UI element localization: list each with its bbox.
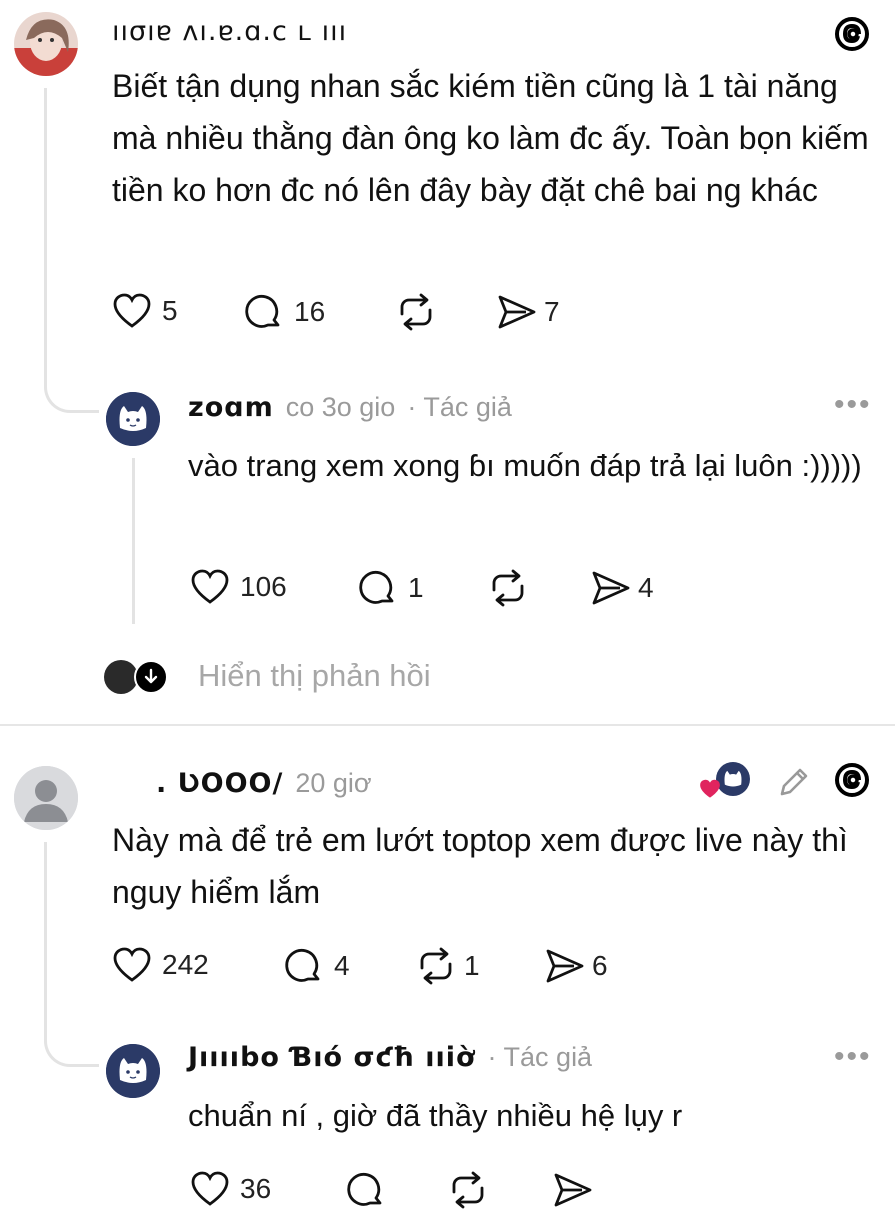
- replier-avatars[interactable]: [104, 660, 168, 696]
- avatar[interactable]: [14, 766, 78, 830]
- share-button[interactable]: 4: [590, 568, 654, 608]
- share-button[interactable]: 7: [496, 292, 560, 332]
- reply-count: 4: [334, 950, 350, 981]
- comment-bubble-icon: [359, 570, 394, 604]
- default-user-icon: [14, 766, 78, 830]
- reply-button[interactable]: 1: [358, 568, 424, 608]
- share-count: 7: [544, 296, 560, 327]
- reply-count: 16: [294, 296, 326, 327]
- author-badge: · Tác giả: [407, 392, 512, 422]
- reply-text: chuẩn ní , giờ đã thầy nhiều hệ lụy r: [188, 1098, 683, 1133]
- like-count: 106: [240, 571, 287, 602]
- author-badge: · Tác giả: [487, 1042, 593, 1072]
- repost-icon: [420, 947, 452, 985]
- repost-button[interactable]: [486, 568, 530, 608]
- thread-connector: [44, 842, 99, 1067]
- repost-button[interactable]: [446, 1170, 490, 1210]
- comment-bubble-icon: [285, 948, 320, 982]
- red-heart-icon: [700, 779, 720, 798]
- like-count: 5: [162, 295, 178, 326]
- heart-icon: [191, 569, 229, 604]
- share-button[interactable]: 6: [544, 946, 608, 986]
- reply-button[interactable]: 4: [284, 946, 350, 986]
- comment-text: Biết tận dụng nhan sắc kiém tiền cũng là…: [112, 68, 869, 208]
- heart-icon: [113, 293, 151, 328]
- user-photo-icon: [14, 12, 78, 76]
- reply-username[interactable]: Jııııbo Ɓıó σƈħ ııiờ: [188, 1042, 476, 1073]
- reply-button[interactable]: 16: [244, 292, 325, 332]
- heart-icon: [191, 1171, 229, 1206]
- thread-line: [132, 458, 135, 624]
- share-count: 6: [592, 950, 608, 981]
- author-liked-indicator: [698, 762, 750, 802]
- like-button[interactable]: 242: [112, 946, 209, 984]
- timestamp: 20 giơ: [295, 768, 372, 798]
- repost-icon: [492, 569, 524, 607]
- comment-bubble-icon: [347, 1172, 382, 1206]
- send-icon: [546, 949, 584, 983]
- divider: [0, 724, 895, 726]
- threads-logo-icon[interactable]: [832, 14, 872, 59]
- thread-connector: [44, 88, 99, 413]
- send-icon: [554, 1173, 592, 1207]
- arrow-down-icon: [134, 660, 168, 694]
- repost-button[interactable]: [394, 292, 438, 332]
- reply-count: 1: [408, 572, 424, 603]
- comment-username[interactable]: ııσıɐ ʌı.ɐ.ɑ.с ʟ ııı: [112, 16, 347, 47]
- repost-icon: [400, 293, 432, 331]
- avatar: [104, 660, 138, 694]
- send-icon: [498, 295, 536, 329]
- cat-avatar-icon: [106, 392, 160, 446]
- show-replies-link[interactable]: Hiển thị phản hồi: [198, 658, 431, 694]
- like-count: 242: [162, 949, 209, 980]
- like-count: 36: [240, 1173, 272, 1204]
- reply-text: vào trang xem xong ɓı muốn đáp trả lại l…: [188, 448, 862, 483]
- repost-button[interactable]: 1: [414, 946, 480, 986]
- comment-username[interactable]: . ƲOOO/: [156, 768, 283, 799]
- like-button[interactable]: 36: [190, 1170, 271, 1208]
- avatar[interactable]: [14, 12, 78, 76]
- threads-logo-icon[interactable]: [832, 760, 872, 805]
- more-options-icon[interactable]: •••: [834, 1040, 872, 1074]
- comment-bubble-icon: [245, 294, 280, 328]
- reply-button[interactable]: [346, 1170, 386, 1210]
- reply-username[interactable]: zoɑm: [188, 392, 274, 423]
- comment-text: Này mà để trẻ em lướt toptop xem được li…: [112, 822, 848, 910]
- pencil-icon[interactable]: [776, 764, 812, 805]
- more-options-icon[interactable]: •••: [834, 388, 872, 422]
- avatar[interactable]: [106, 1044, 160, 1098]
- share-count: 4: [638, 572, 654, 603]
- send-icon: [592, 571, 630, 605]
- repost-icon: [452, 1171, 484, 1209]
- share-button[interactable]: [552, 1170, 594, 1210]
- heart-icon: [113, 947, 151, 982]
- like-button[interactable]: 106: [190, 568, 287, 606]
- timestamp: co 3o gio: [285, 392, 396, 422]
- like-button[interactable]: 5: [112, 292, 178, 330]
- repost-count: 1: [464, 950, 480, 981]
- cat-avatar-icon: [106, 1044, 160, 1098]
- avatar[interactable]: [106, 392, 160, 446]
